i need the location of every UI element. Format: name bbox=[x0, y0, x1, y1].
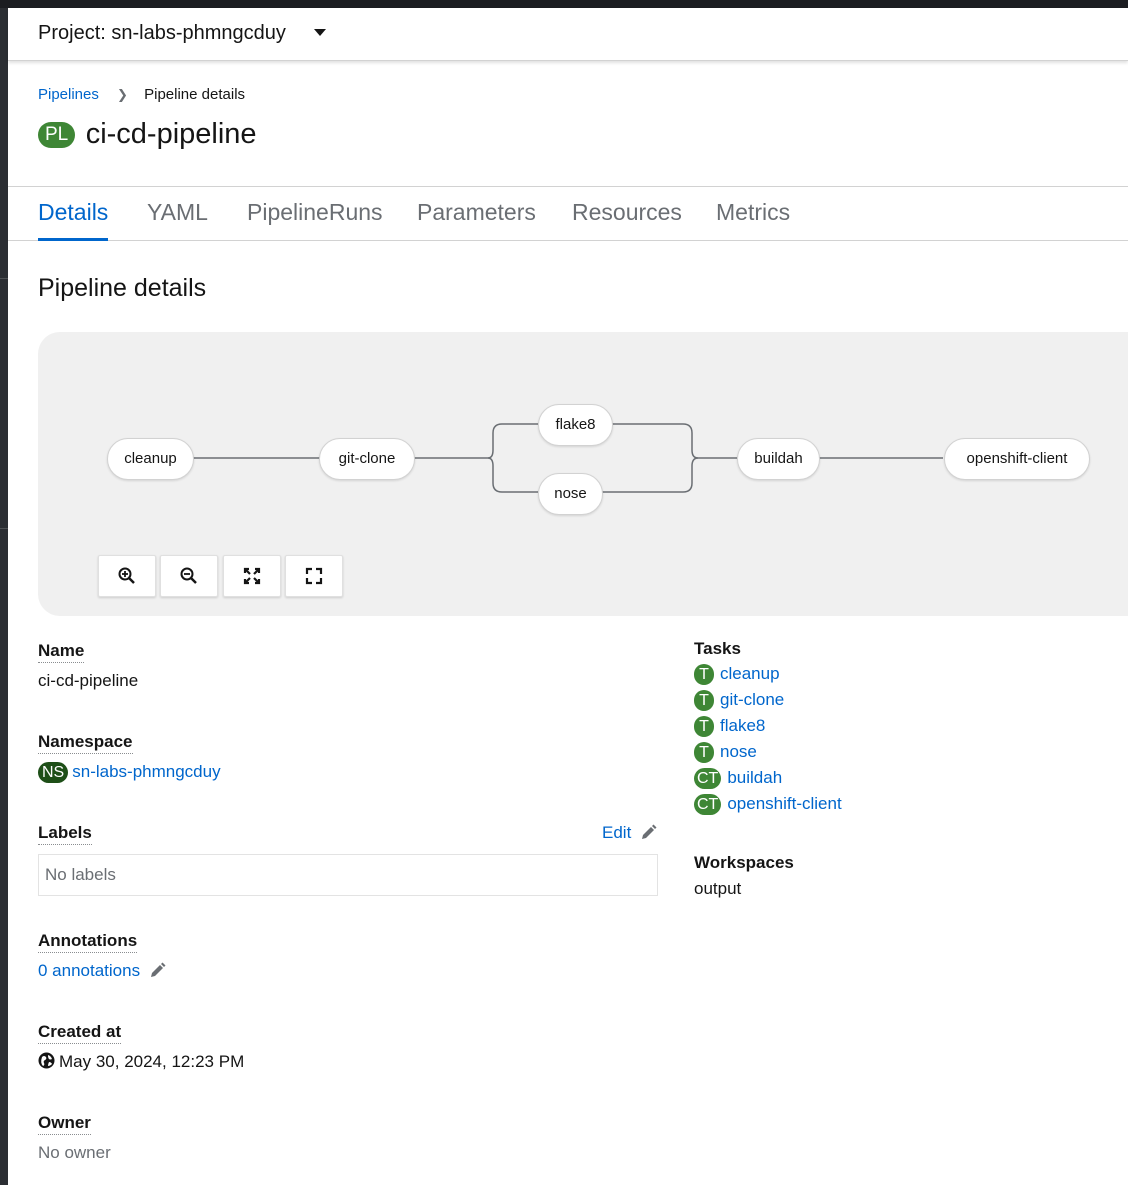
workspaces-label: Workspaces bbox=[694, 853, 794, 872]
zoom-out-icon bbox=[180, 567, 197, 584]
namespace-field: Namespace NS sn-labs-phmngcduy bbox=[38, 732, 221, 784]
breadcrumb: Pipelines ❯ Pipeline details bbox=[38, 86, 245, 103]
caret-down-icon[interactable] bbox=[314, 29, 326, 36]
task-badge: T bbox=[694, 664, 714, 686]
owner-value: No owner bbox=[38, 1143, 111, 1162]
task-link-flake8[interactable]: flake8 bbox=[720, 716, 765, 735]
task-link-openshift-client[interactable]: openshift-client bbox=[727, 794, 841, 813]
namespace-badge: NS bbox=[38, 762, 69, 784]
labels-box[interactable]: No labels bbox=[38, 854, 658, 896]
breadcrumb-current: Pipeline details bbox=[144, 86, 246, 103]
task-link-git-clone[interactable]: git-clone bbox=[720, 690, 784, 709]
owner-field: Owner No owner bbox=[38, 1113, 111, 1163]
fit-to-screen-icon bbox=[243, 567, 261, 585]
pencil-icon bbox=[642, 824, 657, 839]
project-selector[interactable]: Project: sn-labs-phmngcduy bbox=[38, 22, 286, 45]
task-link-buildah[interactable]: buildah bbox=[727, 768, 782, 787]
reset-view-button[interactable] bbox=[285, 555, 343, 597]
main-content: Project: sn-labs-phmngcduy Pipelines ❯ P… bbox=[8, 8, 1128, 1185]
tasks-field: Tasks Tcleanup Tgit-clone Tflake8 Tnose … bbox=[694, 639, 842, 820]
pipeline-graph[interactable]: cleanup git-clone flake8 nose buildah op… bbox=[38, 332, 1128, 616]
namespace-label: Namespace bbox=[38, 732, 133, 754]
zoom-in-icon bbox=[118, 567, 135, 584]
page-title: PL ci-cd-pipeline bbox=[38, 118, 257, 154]
graph-node-git-clone[interactable]: git-clone bbox=[319, 438, 415, 480]
zoom-in-button[interactable] bbox=[98, 555, 156, 597]
workspaces-field: Workspaces output bbox=[694, 853, 794, 899]
task-link-cleanup[interactable]: cleanup bbox=[720, 664, 780, 683]
window-top-edge bbox=[0, 0, 1128, 8]
tab-yaml[interactable]: YAML bbox=[147, 199, 208, 238]
pencil-icon[interactable] bbox=[149, 961, 166, 978]
pipeline-title: ci-cd-pipeline bbox=[85, 118, 257, 150]
graph-node-openshift-client[interactable]: openshift-client bbox=[944, 438, 1090, 480]
created-field: Created at May 30, 2024, 12:23 PM bbox=[38, 1022, 244, 1072]
name-label: Name bbox=[38, 641, 85, 663]
clustertask-badge: CT bbox=[694, 794, 722, 816]
annotations-link[interactable]: 0 annotations bbox=[38, 961, 140, 980]
graph-node-flake8[interactable]: flake8 bbox=[538, 404, 613, 446]
expand-icon bbox=[305, 567, 323, 585]
task-badge: T bbox=[694, 690, 714, 712]
labels-field: Labels bbox=[38, 823, 92, 845]
task-badge: T bbox=[694, 716, 714, 738]
task-item: Tgit-clone bbox=[694, 690, 842, 716]
tab-resources[interactable]: Resources bbox=[572, 199, 682, 238]
labels-label: Labels bbox=[38, 823, 92, 845]
labels-empty-text: No labels bbox=[45, 865, 116, 884]
task-item: CT buildah bbox=[694, 768, 842, 794]
fit-to-screen-button[interactable] bbox=[223, 555, 281, 597]
name-value: ci-cd-pipeline bbox=[38, 671, 139, 690]
tab-pipelineruns[interactable]: PipelineRuns bbox=[247, 199, 383, 238]
pipeline-badge: PL bbox=[38, 121, 76, 148]
tab-details[interactable]: Details bbox=[38, 199, 109, 241]
namespace-link[interactable]: sn-labs-phmngcduy bbox=[72, 762, 220, 781]
edit-labels-button[interactable]: Edit bbox=[602, 823, 657, 843]
graph-node-nose[interactable]: nose bbox=[538, 473, 603, 515]
created-label: Created at bbox=[38, 1022, 122, 1044]
zoom-out-button[interactable] bbox=[160, 555, 218, 597]
name-field: Name ci-cd-pipeline bbox=[38, 641, 138, 691]
created-value: May 30, 2024, 12:23 PM bbox=[59, 1052, 245, 1071]
section-title: Pipeline details bbox=[38, 274, 207, 302]
chevron-right-icon: ❯ bbox=[117, 87, 128, 102]
clustertask-badge: CT bbox=[694, 768, 722, 790]
edit-labels-label: Edit bbox=[602, 823, 632, 842]
tasks-label: Tasks bbox=[694, 639, 741, 658]
task-item: Tnose bbox=[694, 742, 842, 768]
nav-sidebar-edge bbox=[0, 8, 8, 1185]
project-selector-bar: Project: sn-labs-phmngcduy bbox=[8, 8, 1128, 61]
breadcrumb-pipelines-link[interactable]: Pipelines bbox=[38, 86, 99, 103]
task-link-nose[interactable]: nose bbox=[720, 742, 757, 761]
task-badge: T bbox=[694, 742, 714, 764]
graph-node-buildah[interactable]: buildah bbox=[737, 438, 820, 480]
tab-bar: Details YAML PipelineRuns Parameters Res… bbox=[8, 186, 1128, 241]
task-item: CT openshift-client bbox=[694, 794, 842, 820]
workspaces-value: output bbox=[694, 879, 742, 898]
tab-metrics[interactable]: Metrics bbox=[716, 199, 790, 238]
tab-parameters[interactable]: Parameters bbox=[417, 199, 536, 238]
globe-icon bbox=[38, 1052, 55, 1069]
annotations-label: Annotations bbox=[38, 931, 138, 953]
owner-label: Owner bbox=[38, 1113, 91, 1135]
annotations-field: Annotations 0 annotations bbox=[38, 931, 166, 981]
task-item: Tcleanup bbox=[694, 664, 842, 690]
task-item: Tflake8 bbox=[694, 716, 842, 742]
graph-node-cleanup[interactable]: cleanup bbox=[107, 438, 194, 480]
